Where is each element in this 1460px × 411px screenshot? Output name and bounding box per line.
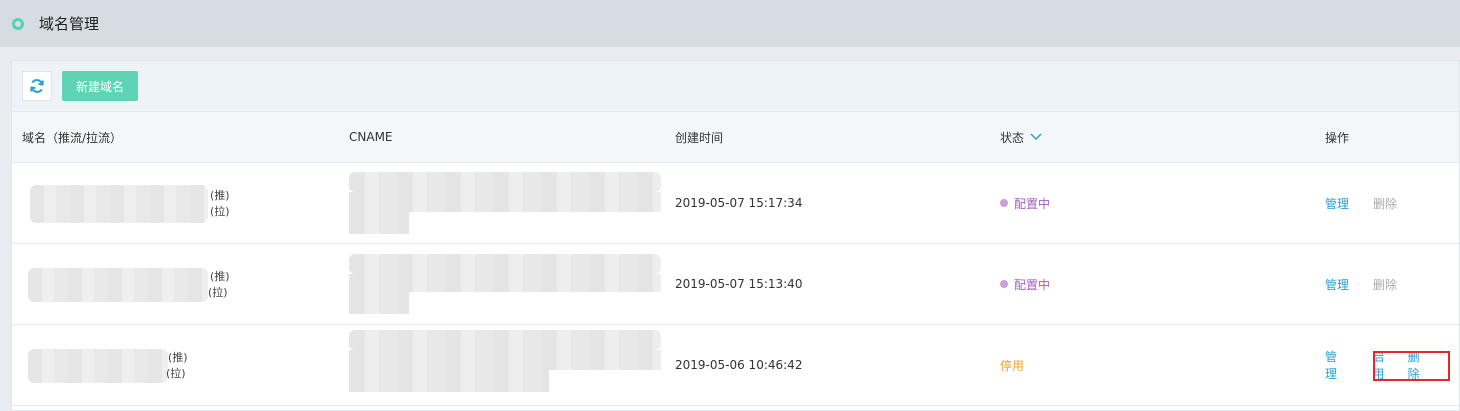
status-badge: 停用 [1000,358,1025,373]
pull-tag: (拉) [208,286,228,299]
blurred-cname-3 [349,212,409,234]
manage-link[interactable]: 管理 [1325,195,1349,212]
status-dot-icon [1000,199,1008,207]
blurred-cname-3 [349,370,549,392]
chevron-down-icon[interactable] [1030,133,1042,141]
table-row: (推) (拉) 2019-05-06 10:46:42 停用 管理 启用 删除 [12,325,1459,406]
header-status-label: 状态 [1000,130,1025,145]
cname-cell [349,244,669,324]
status-label: 配置中 [1014,277,1051,292]
table-row: (推) (拉) 2019-05-07 15:17:34 配置中 管理 删除 [12,163,1459,244]
created-time: 2019-05-06 10:46:42 [675,358,803,372]
cname-cell [349,163,669,243]
pull-tag: (拉) [210,205,230,218]
blurred-cname [349,254,661,274]
blurred-cname-3 [349,292,409,314]
page-header: 域名管理 [0,0,1460,47]
delete-link[interactable]: 删除 [1373,195,1397,212]
blurred-cname-2 [349,192,661,212]
table-row: (推) (拉) 2019-05-07 15:13:40 配置中 管理 删除 [12,244,1459,325]
cname-cell [349,325,669,405]
status-label: 配置中 [1014,196,1051,211]
domain-cell: (推) (拉) [22,325,322,405]
table-header: 域名（推流/拉流） CNAME 创建时间 状态 操作 [12,112,1459,163]
header-cname: CNAME [349,130,393,144]
status-badge: 配置中 [1000,276,1050,293]
actions-cell: 管理 删除 [1325,244,1455,324]
blurred-domain [30,185,208,223]
blurred-cname [349,330,661,350]
status-cell: 配置中 [1000,163,1280,243]
domain-cell: (推) (拉) [22,244,322,324]
refresh-icon [30,79,44,93]
push-tag: (推) [210,270,230,283]
actions-cell: 管理 启用 删除 [1325,325,1455,405]
delete-link[interactable]: 删除 [1373,276,1397,293]
toolbar: 新建域名 [12,61,1459,112]
manage-link[interactable]: 管理 [1325,348,1348,382]
domain-cell: (推) (拉) [22,163,322,243]
page-title: 域名管理 [39,15,100,33]
circle-icon [12,17,24,30]
manage-link[interactable]: 管理 [1325,276,1349,293]
header-status[interactable]: 状态 [1000,112,1280,162]
created-time: 2019-05-07 15:13:40 [675,277,803,291]
delete-link[interactable]: 删除 [1408,348,1431,382]
refresh-button[interactable] [22,71,52,101]
blurred-cname-2 [349,274,661,292]
status-dot-icon [1000,280,1008,288]
header-created: 创建时间 [675,130,724,145]
push-tag: (推) [210,189,230,202]
push-tag: (推) [168,351,188,364]
blurred-cname-2 [349,350,661,370]
header-domain: 域名（推流/拉流） [22,130,123,145]
new-domain-button[interactable]: 新建域名 [62,71,139,101]
pull-tag: (拉) [166,367,186,380]
blurred-cname [349,172,661,192]
domain-panel: 新建域名 域名（推流/拉流） CNAME 创建时间 状态 操作 (推) (拉) [11,60,1460,411]
blurred-domain [28,268,208,302]
header-actions: 操作 [1325,130,1350,145]
status-cell: 停用 [1000,325,1280,405]
blurred-domain [28,349,168,383]
status-cell: 配置中 [1000,244,1280,324]
status-badge: 配置中 [1000,195,1050,212]
actions-cell: 管理 删除 [1325,163,1455,243]
created-time: 2019-05-07 15:17:34 [675,196,803,210]
enable-link[interactable]: 启用 [1372,348,1395,382]
